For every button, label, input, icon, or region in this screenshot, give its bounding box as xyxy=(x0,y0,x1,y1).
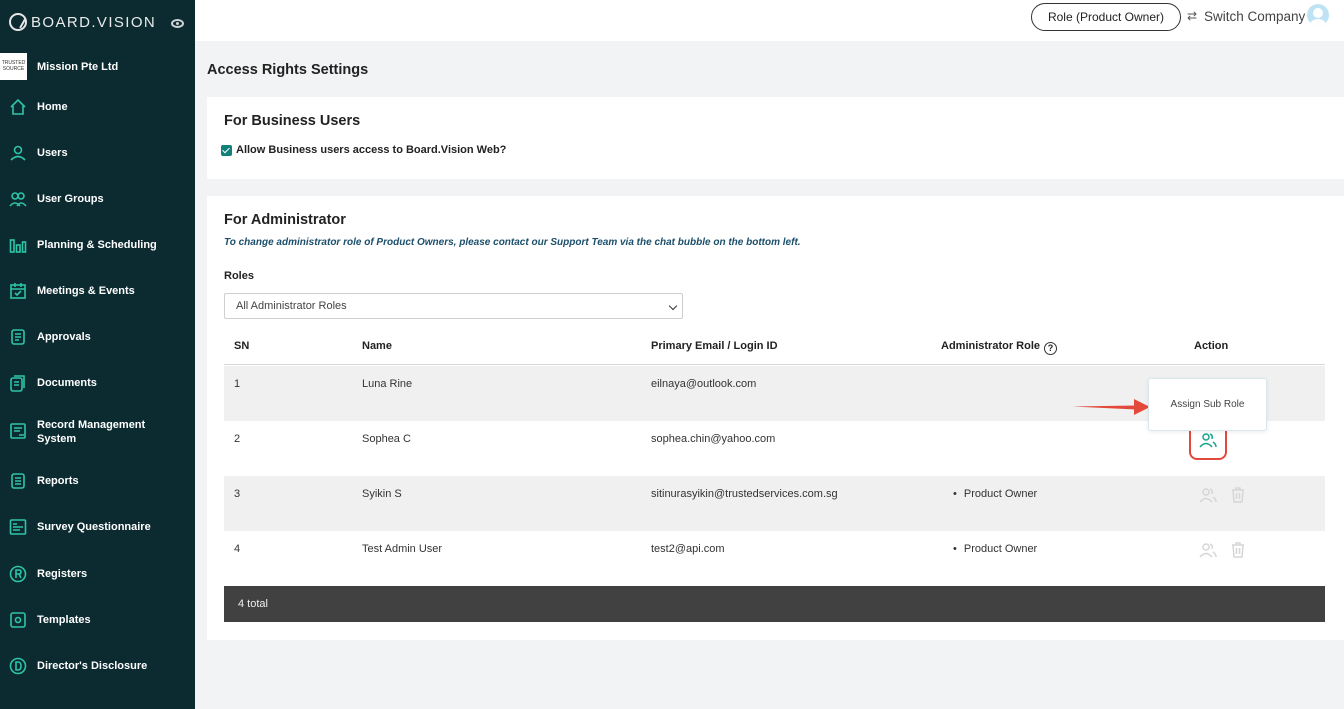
sidebar-item-reports[interactable]: Reports xyxy=(0,472,195,490)
sidebar-item-label: Templates xyxy=(37,614,91,626)
annotation-arrow-icon xyxy=(1072,399,1150,415)
sidebar-item-label: Documents xyxy=(37,377,97,389)
administrator-note: To change administrator role of Product … xyxy=(224,237,801,248)
survey-icon xyxy=(9,518,27,536)
cell-name: Luna Rine xyxy=(362,378,413,390)
sidebar-item-record-management[interactable]: Record Management System xyxy=(0,418,195,448)
approval-doc-icon xyxy=(9,328,27,346)
template-icon xyxy=(9,611,27,629)
cell-email: eilnaya@outlook.com xyxy=(651,378,757,390)
cell-name: Syikin S xyxy=(362,488,402,500)
record-icon xyxy=(9,422,27,440)
business-access-checkbox[interactable] xyxy=(221,144,232,156)
roles-select[interactable]: All Administrator Roles xyxy=(224,293,683,319)
chevron-down-icon xyxy=(668,301,678,311)
sidebar-item-templates[interactable]: Templates xyxy=(0,611,195,629)
trash-icon[interactable] xyxy=(1229,541,1247,559)
business-access-label: Allow Business users access to Board.Vis… xyxy=(236,144,507,156)
cell-email: test2@api.com xyxy=(651,543,725,555)
column-admin-role: Administrator Role? xyxy=(941,340,1058,355)
sidebar-item-label: Users xyxy=(37,147,68,159)
business-access-checkbox-row[interactable]: Allow Business users access to Board.Vis… xyxy=(221,144,506,156)
sidebar-item-label: Reports xyxy=(37,475,79,487)
cell-admin-role: Product Owner xyxy=(953,488,1037,500)
assign-sub-role-icon[interactable] xyxy=(1199,541,1217,559)
cell-name: Sophea C xyxy=(362,433,411,445)
calendar-icon xyxy=(9,282,27,300)
trash-icon[interactable] xyxy=(1229,486,1247,504)
cell-email: sophea.chin@yahoo.com xyxy=(651,433,776,445)
cell-email: sitinurasyikin@trustedservices.com.sg xyxy=(651,488,838,500)
assign-sub-role-tooltip: Assign Sub Role xyxy=(1148,378,1267,431)
sidebar-item-approvals[interactable]: Approvals xyxy=(0,328,195,346)
sidebar-item-label: Home xyxy=(37,101,68,113)
column-action: Action xyxy=(1194,340,1229,352)
report-icon xyxy=(9,472,27,490)
sidebar: BOARD.VISION TRUSTED SOURCE Mission Pte … xyxy=(0,0,195,709)
column-sn: SN xyxy=(234,340,250,352)
roles-select-value: All Administrator Roles xyxy=(236,300,347,312)
sidebar-item-directors-disclosure[interactable]: Director's Disclosure xyxy=(0,657,195,675)
registered-icon xyxy=(9,565,27,583)
cell-admin-role: Product Owner xyxy=(953,543,1037,555)
sidebar-item-label: Survey Questionnaire xyxy=(37,521,151,533)
sidebar-item-label: User Groups xyxy=(37,193,104,205)
table-row: 3 Syikin S sitinurasyikin@trustedservice… xyxy=(224,476,1325,531)
sidebar-item-label: Record Management System xyxy=(37,419,146,445)
top-bar: Role (Product Owner) ⇄ Switch Company xyxy=(195,0,1344,41)
sidebar-item-user-groups[interactable]: User Groups xyxy=(0,190,195,208)
company-name: Mission Pte Ltd xyxy=(37,60,119,73)
administrator-heading: For Administrator xyxy=(224,212,346,228)
bar-chart-icon xyxy=(9,236,27,254)
assign-sub-role-icon[interactable] xyxy=(1199,486,1217,504)
app-logo[interactable]: BOARD.VISION xyxy=(9,13,156,31)
sidebar-item-users[interactable]: Users xyxy=(0,144,195,162)
home-icon xyxy=(9,98,27,116)
sidebar-item-registers[interactable]: Registers xyxy=(0,565,195,583)
disclosure-icon xyxy=(9,657,27,675)
switch-company-label: Switch Company xyxy=(1204,9,1306,24)
user-groups-icon xyxy=(9,190,27,208)
sidebar-item-label: Registers xyxy=(37,568,88,580)
business-users-heading: For Business Users xyxy=(224,113,361,129)
sidebar-item-label: Planning & Scheduling xyxy=(37,239,157,251)
sidebar-item-meetings[interactable]: Meetings & Events xyxy=(0,282,195,300)
logo-mark-icon xyxy=(9,13,27,31)
role-button[interactable]: Role (Product Owner) xyxy=(1031,3,1181,31)
cell-sn: 1 xyxy=(234,378,241,390)
sidebar-item-planning[interactable]: Planning & Scheduling xyxy=(0,236,195,254)
switch-arrows-icon: ⇄ xyxy=(1187,9,1198,23)
table-header: SN Name Primary Email / Login ID Adminis… xyxy=(224,328,1325,365)
documents-icon xyxy=(9,374,27,392)
sidebar-item-label: Director's Disclosure xyxy=(37,660,148,672)
cell-sn: 4 xyxy=(234,543,241,555)
page-title: Access Rights Settings xyxy=(207,62,369,78)
user-icon xyxy=(9,144,27,162)
cell-name: Test Admin User xyxy=(362,543,443,555)
company-logo: TRUSTED SOURCE xyxy=(0,53,27,80)
sidebar-item-home[interactable]: Home xyxy=(0,98,195,116)
table-row: 4 Test Admin User test2@api.com Product … xyxy=(224,531,1325,586)
business-users-card: For Business Users Allow Business users … xyxy=(207,97,1344,179)
total-count: 4 total xyxy=(238,598,268,610)
sidebar-item-survey[interactable]: Survey Questionnaire xyxy=(0,518,195,536)
sidebar-item-documents[interactable]: Documents xyxy=(0,374,195,392)
help-icon[interactable]: ? xyxy=(1044,342,1058,355)
roles-label: Roles xyxy=(224,270,254,282)
table-footer: 4 total xyxy=(224,586,1325,622)
cell-sn: 3 xyxy=(234,488,241,500)
logo-text: BOARD.VISION xyxy=(31,13,157,31)
toggle-visibility-icon[interactable] xyxy=(171,19,184,28)
sidebar-item-label: Approvals xyxy=(37,331,91,343)
column-name: Name xyxy=(362,340,392,352)
company-switcher[interactable]: TRUSTED SOURCE Mission Pte Ltd xyxy=(0,53,118,80)
sidebar-item-label: Meetings & Events xyxy=(37,285,135,297)
column-email: Primary Email / Login ID xyxy=(651,340,778,352)
switch-company-button[interactable]: ⇄ Switch Company xyxy=(1187,9,1305,24)
cell-sn: 2 xyxy=(234,433,241,445)
column-admin-role-label: Administrator Role xyxy=(941,340,1041,352)
avatar[interactable] xyxy=(1307,4,1329,26)
